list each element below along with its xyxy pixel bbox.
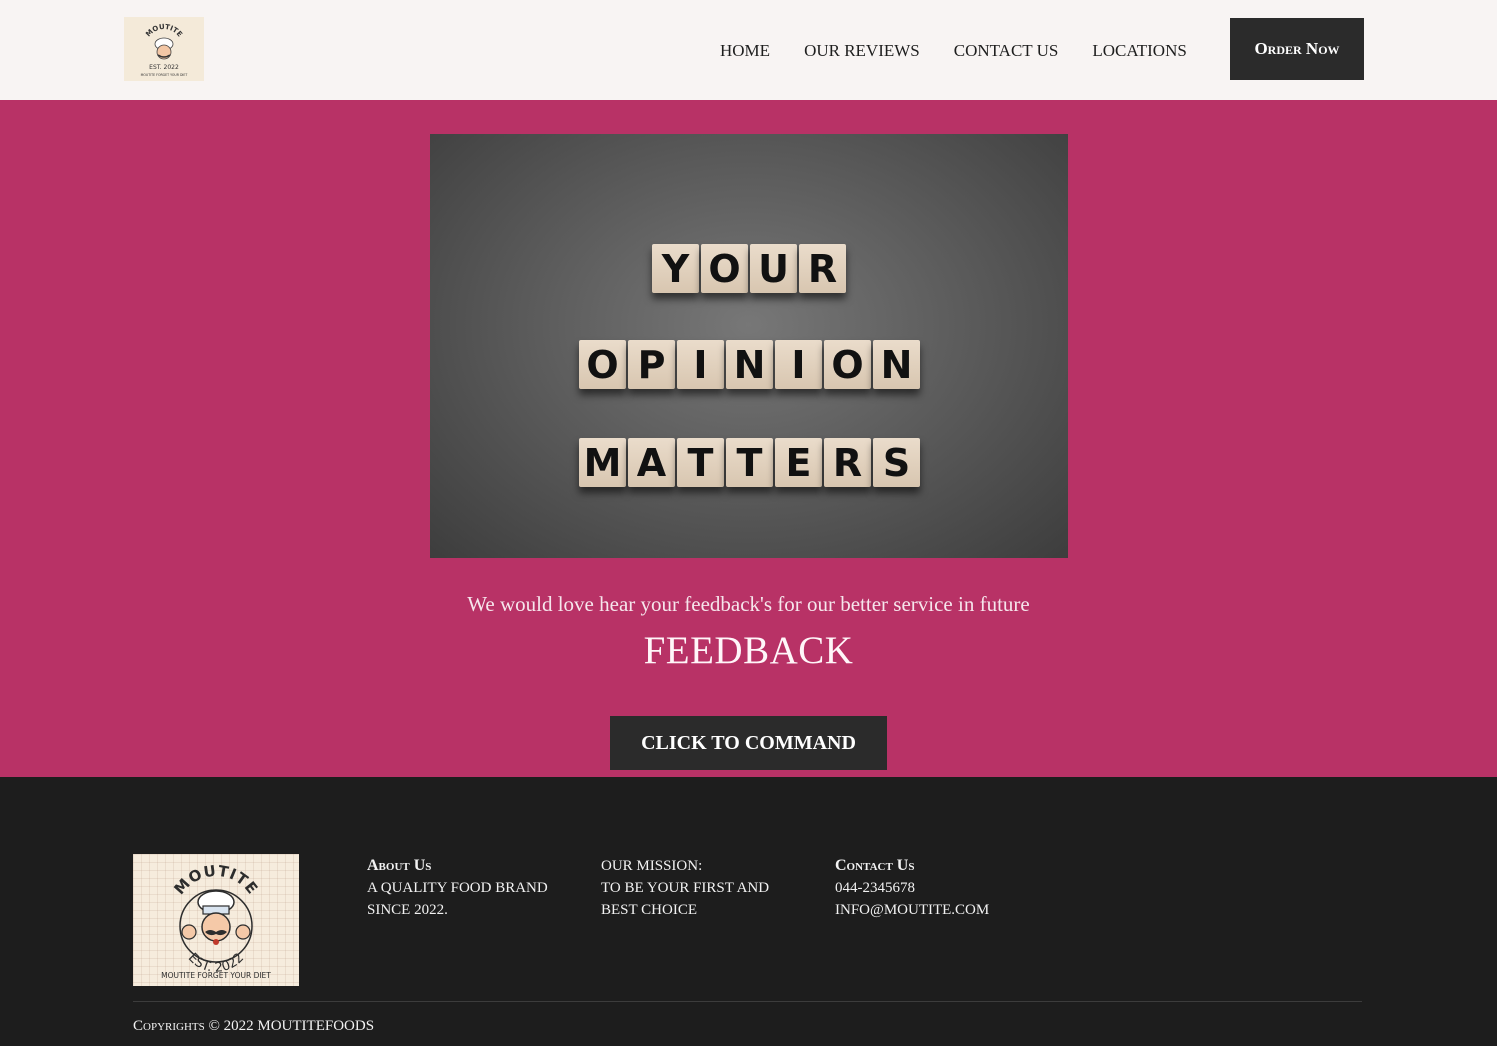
letter-tile: O <box>701 244 748 293</box>
letter-tile: R <box>799 244 846 293</box>
brand-logo[interactable]: MOUTITE EST. 2022 MOUTITE FORGET YOUR DI… <box>124 17 204 81</box>
nav-home[interactable]: HOME <box>720 41 770 67</box>
letter-tile: T <box>677 438 724 487</box>
letter-tile: A <box>628 438 675 487</box>
letter-tile: Y <box>652 244 699 293</box>
letter-tile: M <box>579 438 626 487</box>
feedback-title: FEEDBACK <box>643 629 854 672</box>
footer-divider <box>133 1001 1362 1002</box>
letter-tile: O <box>824 340 871 389</box>
letter-tile: S <box>873 438 920 487</box>
click-to-command-button[interactable]: CLICK TO COMMAND <box>610 716 887 770</box>
footer-mission: OUR MISSION: TO BE YOUR FIRST AND BEST C… <box>601 855 801 921</box>
order-now-button[interactable]: Order Now <box>1230 18 1364 80</box>
svg-text:MOUTITE FORGET YOUR DIET: MOUTITE FORGET YOUR DIET <box>161 971 271 980</box>
tile-row-your: YOUR <box>652 244 846 293</box>
contact-heading: Contact Us <box>835 857 915 874</box>
chef-logo-icon: MOUTITE EST. 2022 MOUTITE FORGET YOUR DI… <box>161 862 271 980</box>
mission-line: BEST CHOICE <box>601 902 697 918</box>
letter-tile: U <box>750 244 797 293</box>
letter-tile: I <box>775 340 822 389</box>
svg-text:EST. 2022: EST. 2022 <box>149 64 179 71</box>
letter-tile: T <box>726 438 773 487</box>
letter-tile: P <box>628 340 675 389</box>
mission-heading: OUR MISSION: <box>601 858 703 874</box>
letter-tile: O <box>579 340 626 389</box>
letter-tile: I <box>677 340 724 389</box>
nav-contact-us[interactable]: CONTACT US <box>954 41 1059 67</box>
about-line: SINCE 2022. <box>367 902 448 918</box>
footer-contact: Contact Us 044-2345678 INFO@MOUTITE.COM <box>835 855 1035 921</box>
svg-text:MOUTITE FORGET YOUR DIET: MOUTITE FORGET YOUR DIET <box>141 73 188 77</box>
feedback-subtitle: We would love hear your feedback's for o… <box>467 592 1030 616</box>
about-line: A QUALITY FOOD BRAND <box>367 880 548 896</box>
letter-tile: E <box>775 438 822 487</box>
svg-text:MOUTITE: MOUTITE <box>144 23 184 39</box>
letter-tile: N <box>726 340 773 389</box>
site-footer: MOUTITE EST. 2022 MOUTITE FORGET YOUR DI… <box>0 777 1497 1046</box>
site-header: MOUTITE EST. 2022 MOUTITE FORGET YOUR DI… <box>0 0 1497 100</box>
contact-phone[interactable]: 044-2345678 <box>835 877 1035 899</box>
mission-line: TO BE YOUR FIRST AND <box>601 880 770 896</box>
tile-row-opinion: OPINION <box>579 340 920 389</box>
feedback-hero: YOUR OPINION MATTERS We would love hear … <box>0 100 1497 777</box>
chef-logo-icon: MOUTITE EST. 2022 MOUTITE FORGET YOUR DI… <box>141 23 188 77</box>
copyright-text: Copyrights © 2022 MOUTITEFOODS <box>133 1018 375 1034</box>
nav-our-reviews[interactable]: OUR REVIEWS <box>804 41 920 67</box>
tile-row-matters: MATTERS <box>579 438 920 487</box>
about-heading: About Us <box>367 857 432 874</box>
main-nav: HOME OUR REVIEWS CONTACT US LOCATIONS <box>720 41 1187 67</box>
opinion-matters-image: YOUR OPINION MATTERS <box>430 134 1068 558</box>
letter-tile: N <box>873 340 920 389</box>
nav-locations[interactable]: LOCATIONS <box>1092 41 1186 67</box>
letter-tile: R <box>824 438 871 487</box>
contact-email[interactable]: INFO@MOUTITE.COM <box>835 899 1035 921</box>
footer-about: About Us A QUALITY FOOD BRAND SINCE 2022… <box>367 855 567 921</box>
footer-logo: MOUTITE EST. 2022 MOUTITE FORGET YOUR DI… <box>133 854 299 986</box>
